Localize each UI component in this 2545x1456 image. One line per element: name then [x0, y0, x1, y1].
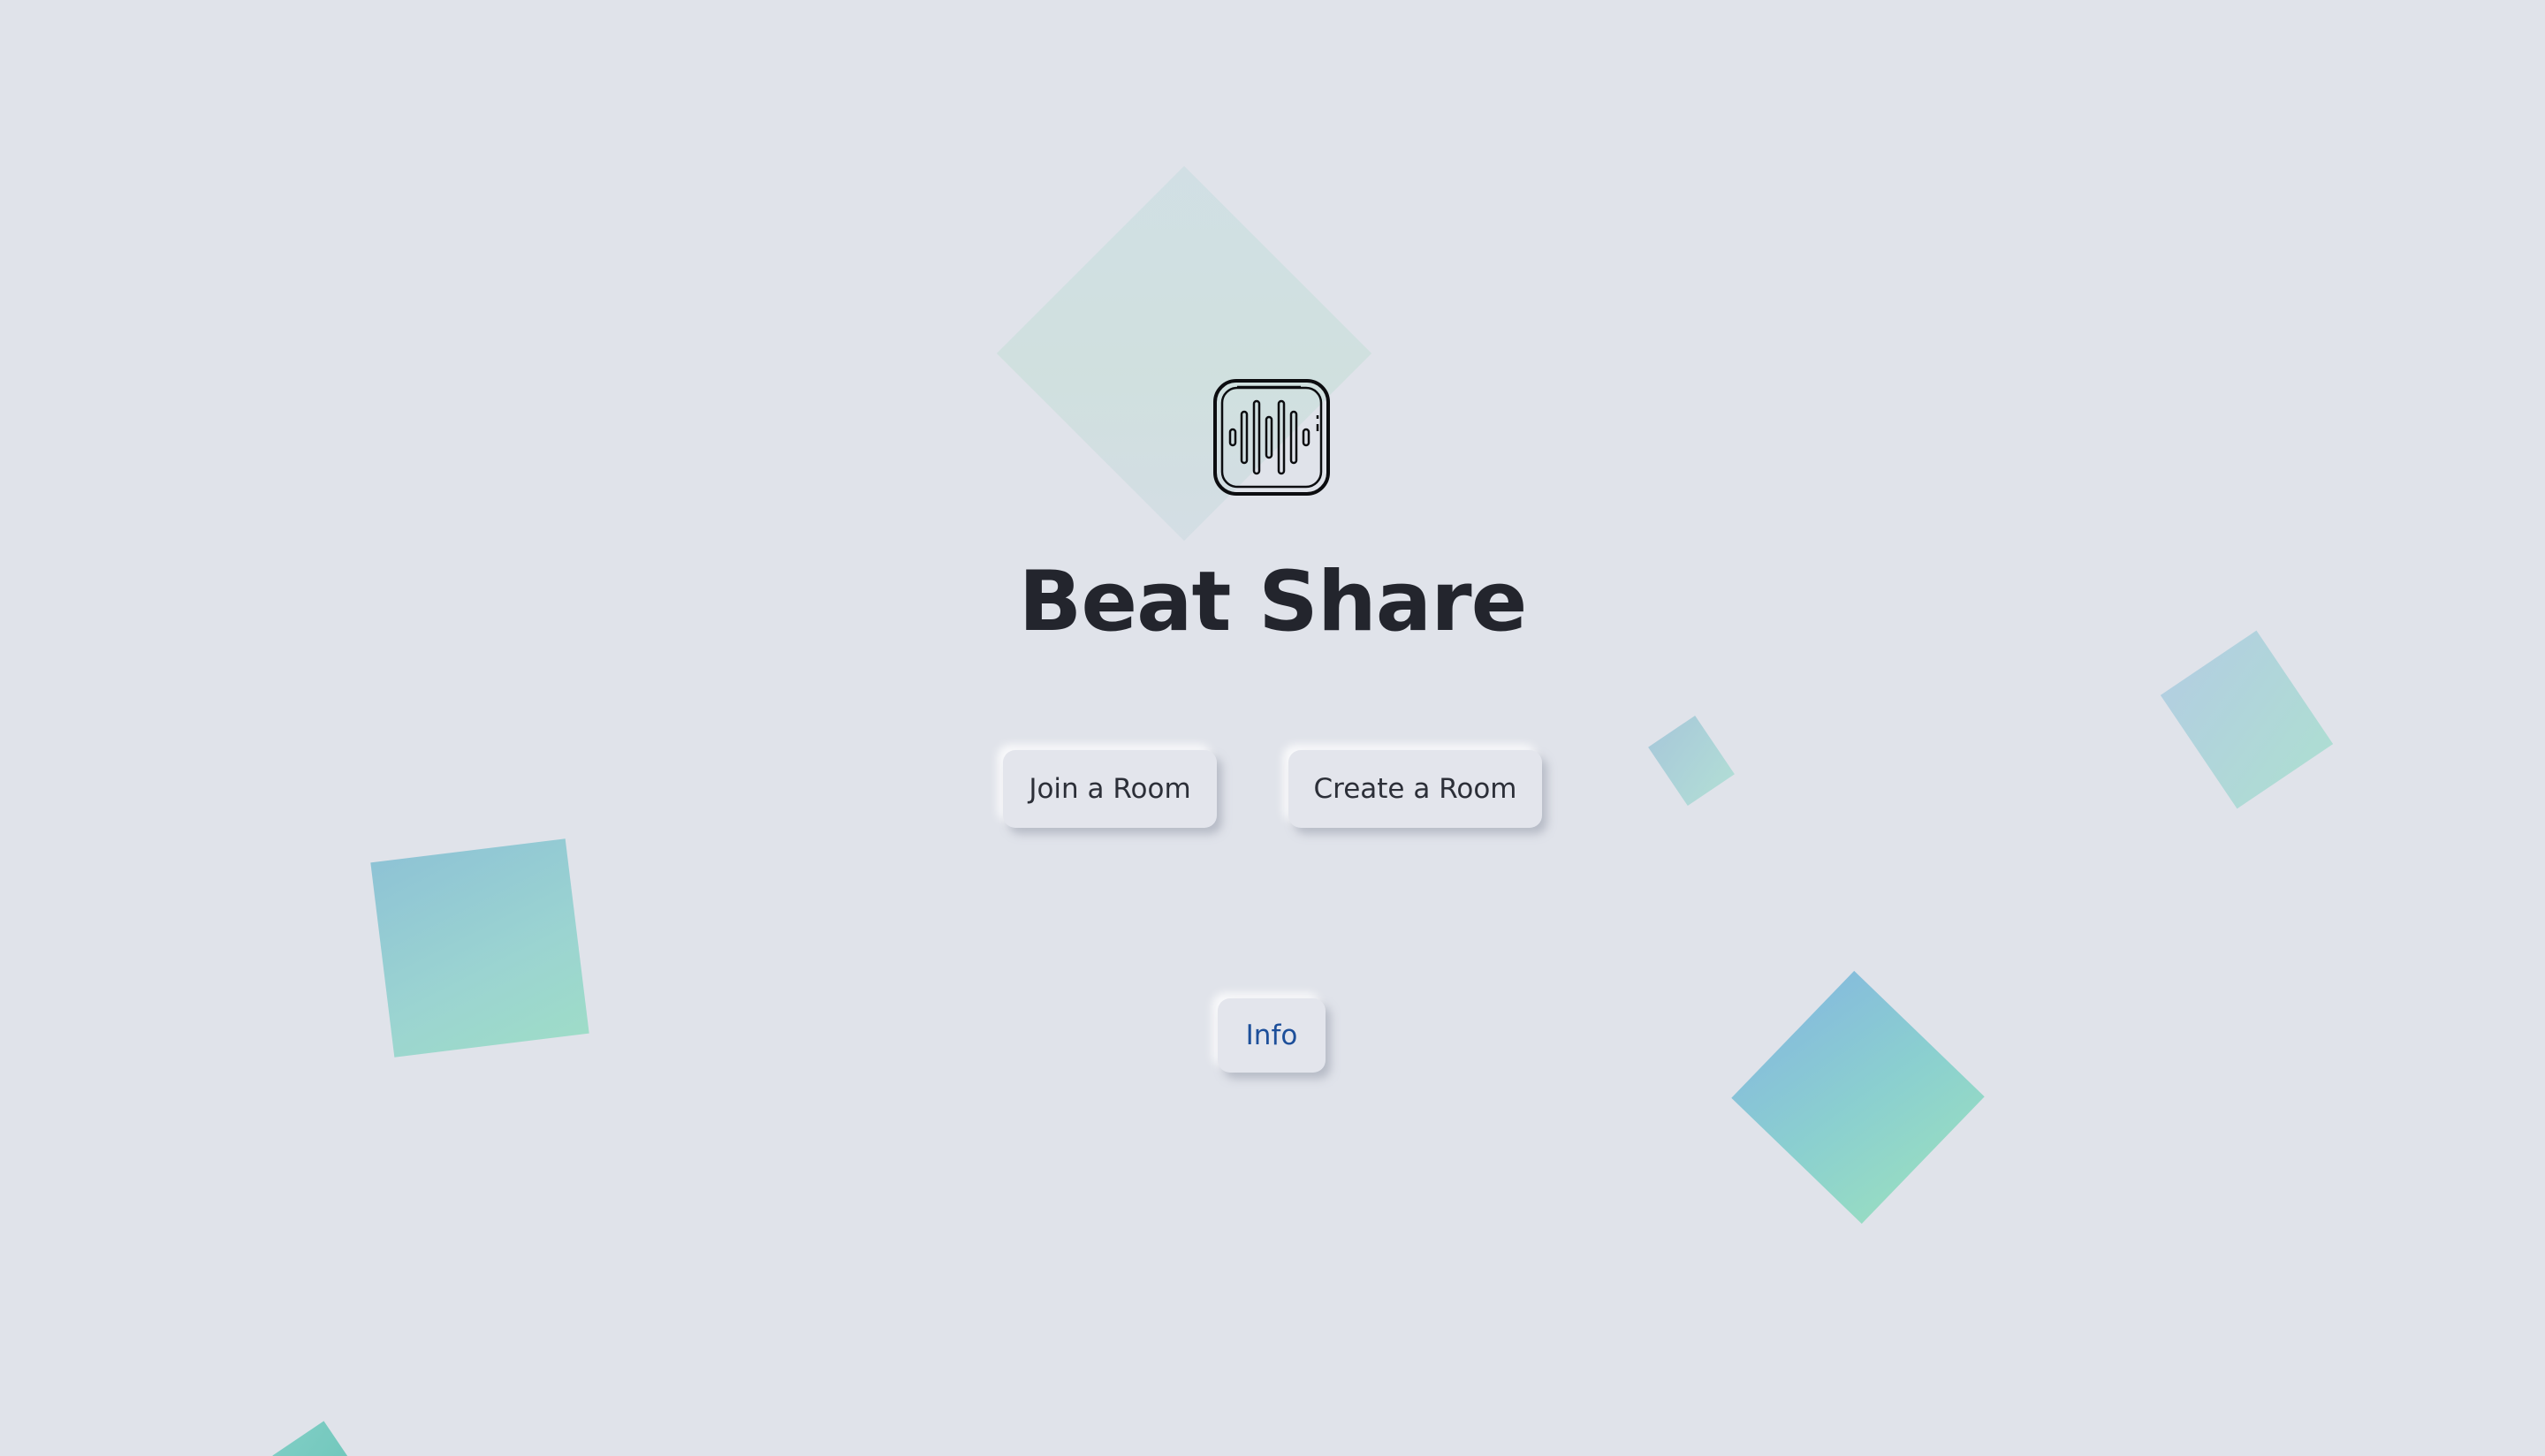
join-room-button[interactable]: Join a Room: [1003, 750, 1217, 828]
decorative-square-corner: [272, 1421, 359, 1456]
decorative-square-small: [1648, 715, 1735, 807]
page-title: Beat Share: [1018, 554, 1528, 650]
audio-waveform-icon: [1212, 378, 1331, 497]
decorative-diamond-bottom: [1731, 970, 1985, 1225]
decorative-square-left: [370, 838, 589, 1058]
create-room-button[interactable]: Create a Room: [1288, 750, 1542, 828]
landing-page: Beat Share Join a Room Create a Room Inf…: [0, 0, 2545, 1456]
info-button[interactable]: Info: [1218, 998, 1326, 1073]
